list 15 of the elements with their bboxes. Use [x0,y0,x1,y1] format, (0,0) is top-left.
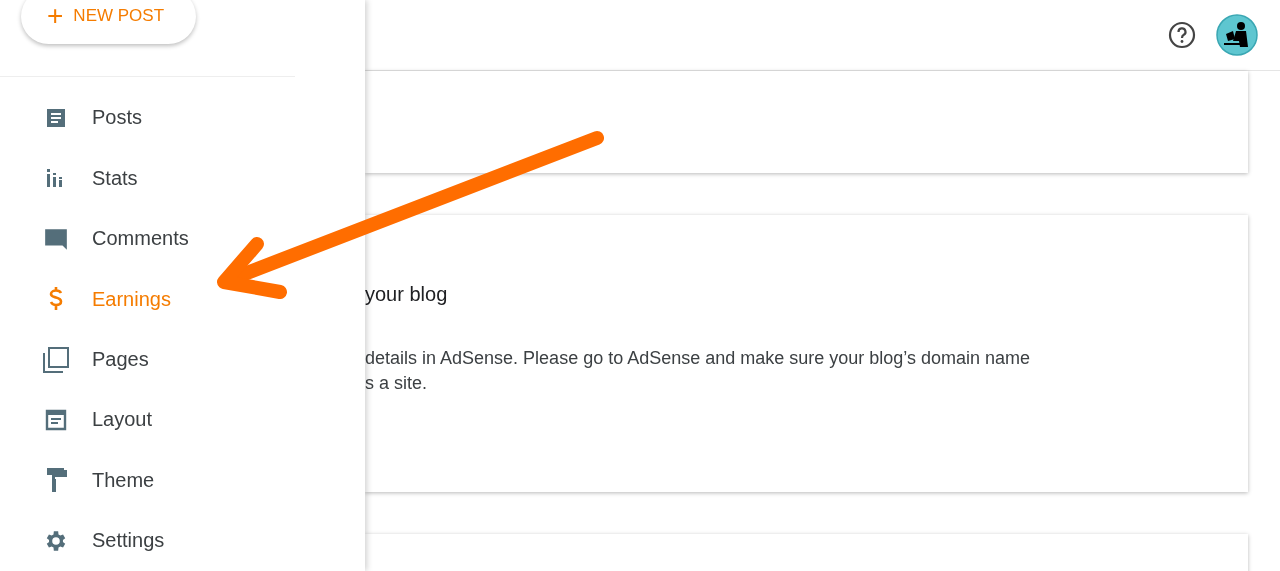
sidebar-item[interactable]: Theme [0,450,365,511]
layout-icon [44,407,68,432]
paint-roller-icon [44,467,68,494]
card-title: your blog [365,283,449,306]
sidebar-item[interactable]: Pages [0,329,365,390]
avatar[interactable] [1216,14,1258,56]
sidebar-item[interactable]: Posts [0,87,365,148]
pages-icon [42,345,70,374]
help-icon[interactable] [1168,21,1196,49]
card-text: s a site. [365,372,429,395]
card-text: details in AdSense. Please go to AdSense and make sure your blog’s domain name [365,347,1032,370]
sidebar-item[interactable]: Stats [0,148,365,209]
sidebar-item[interactable]: Layout [0,389,365,451]
sidebar-item[interactable]: Comments [0,208,365,269]
sidebar-item[interactable]: Settings [0,510,365,571]
